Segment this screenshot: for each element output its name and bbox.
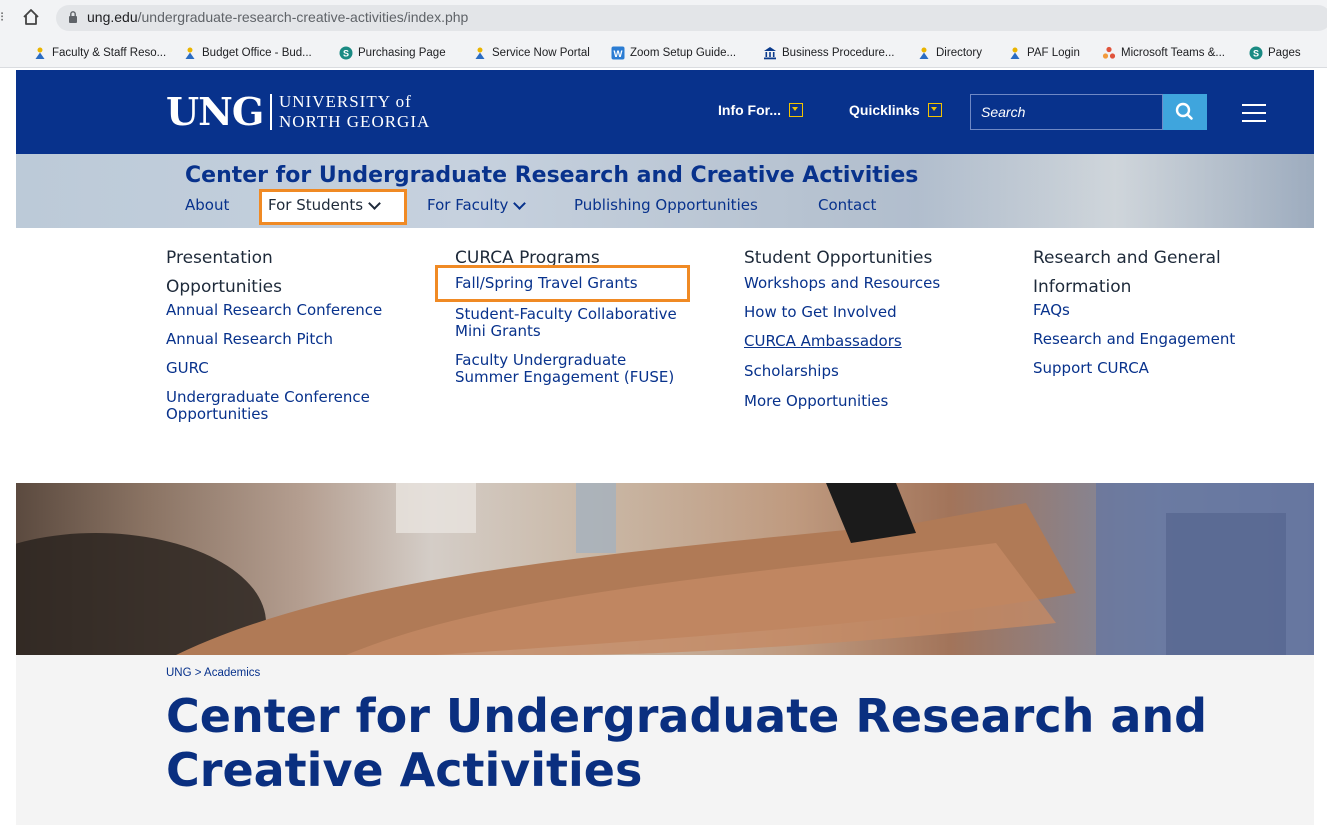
for-students-highlight: [259, 189, 407, 225]
search-icon: [1175, 102, 1193, 120]
person-icon: [185, 47, 195, 59]
menu-link-annual-research-pitch[interactable]: Annual Research Pitch: [166, 331, 416, 348]
bookmark-purchasing[interactable]: S Purchasing Page: [339, 45, 446, 61]
nav-contact-label: Contact: [818, 196, 877, 214]
menu-column-research-info: Research and General Information FAQs Re…: [1033, 244, 1293, 377]
bookmark-service-now[interactable]: Service Now Portal: [473, 45, 590, 61]
column-heading: Opportunities: [166, 277, 282, 297]
person-icon: [475, 47, 485, 59]
bookmark-label: Faculty & Staff Reso...: [52, 47, 167, 59]
column-heading: Information: [1033, 277, 1132, 297]
logo-line1: UNIVERSITY of: [279, 92, 412, 111]
menu-link-gurc[interactable]: GURC: [166, 360, 416, 377]
menu-link-faqs[interactable]: FAQs: [1033, 302, 1293, 319]
menu-link-mini-grants[interactable]: Student-Faculty Collaborative Mini Grant…: [455, 306, 700, 340]
bookmark-label: Purchasing Page: [358, 47, 446, 59]
menu-link-undergraduate-conference[interactable]: Undergraduate Conference Opportunities: [166, 389, 406, 423]
travel-grants-highlight: [435, 265, 690, 302]
menu-link-get-involved[interactable]: How to Get Involved: [744, 304, 1004, 321]
column-heading: Student Opportunities: [744, 248, 933, 268]
sharepoint-icon: S: [339, 46, 353, 60]
section-title[interactable]: Center for Undergraduate Research and Cr…: [185, 163, 918, 188]
bookmark-label: Zoom Setup Guide...: [630, 47, 737, 59]
bookmark-label: Pages: [1268, 47, 1301, 59]
site-header: UNG UNIVERSITY of NORTH GEORGIA Info For…: [16, 70, 1314, 154]
nav-publishing[interactable]: Publishing Opportunities: [574, 196, 758, 214]
person-icon: [1010, 47, 1020, 59]
hamburger-menu-icon[interactable]: [1242, 104, 1266, 122]
nav-about-label: About: [185, 196, 230, 214]
bookmarks-bar: Faculty & Staff Reso... Budget Office - …: [0, 36, 1327, 68]
chevron-down-icon: [513, 196, 527, 210]
menu-link-annual-research-conference[interactable]: Annual Research Conference: [166, 302, 396, 319]
url-host: ung.edu: [87, 9, 138, 25]
menu-column-student-opportunities: Student Opportunities Workshops and Reso…: [744, 244, 1004, 410]
nav-publishing-label: Publishing Opportunities: [574, 196, 758, 214]
menu-link-scholarships[interactable]: Scholarships: [744, 363, 1004, 380]
person-icon: [35, 47, 45, 59]
dropdown-arrow-icon: [789, 103, 803, 117]
svg-text:S: S: [1253, 49, 1259, 59]
svg-text:W: W: [614, 49, 623, 60]
logo-divider: [270, 94, 272, 130]
sharepoint-icon: S: [1249, 46, 1263, 60]
nav-for-faculty-label: For Faculty: [427, 196, 509, 214]
bookmark-label: Service Now Portal: [492, 47, 590, 59]
nav-for-faculty[interactable]: For Faculty: [427, 196, 527, 214]
bank-icon: [764, 47, 776, 60]
breadcrumb[interactable]: UNG > Academics: [166, 667, 260, 679]
bookmark-faculty-staff[interactable]: Faculty & Staff Reso...: [33, 45, 166, 61]
bookmark-directory[interactable]: Directory: [917, 45, 982, 61]
dropdown-arrow-icon: [927, 103, 942, 117]
menu-column-presentation: Presentation Opportunities Annual Resear…: [166, 244, 416, 423]
apps-icon: [1102, 46, 1116, 59]
info-for-label: Info For...: [718, 102, 781, 118]
logo-abbr: UNG: [166, 89, 264, 134]
menu-link-fuse[interactable]: Faculty Undergraduate Summer Engagement …: [455, 352, 680, 386]
svg-text:S: S: [343, 49, 349, 59]
bookmark-label: PAF Login: [1027, 47, 1080, 59]
menu-link-workshops[interactable]: Workshops and Resources: [744, 275, 1004, 292]
menu-link-support-curca[interactable]: Support CURCA: [1033, 360, 1293, 377]
url-text[interactable]: ung.edu/undergraduate-research-creative-…: [87, 9, 468, 25]
bookmark-label: Microsoft Teams &...: [1121, 47, 1225, 59]
bookmark-business-procedure[interactable]: Business Procedure...: [763, 45, 895, 61]
bookmark-label: Business Procedure...: [782, 47, 895, 59]
quicklinks-label: Quicklinks: [849, 102, 920, 118]
nav-contact[interactable]: Contact: [818, 196, 876, 214]
bookmark-label: Directory: [936, 47, 983, 59]
bookmark-microsoft-teams[interactable]: Microsoft Teams &...: [1102, 45, 1225, 61]
search-box: [970, 94, 1163, 130]
column-heading: Research and General: [1033, 248, 1221, 268]
person-icon: [919, 47, 929, 59]
menu-link-ambassadors[interactable]: CURCA Ambassadors: [744, 333, 1004, 350]
info-for-dropdown[interactable]: Info For...: [718, 102, 803, 118]
hero-photo-art: [16, 483, 1314, 655]
hero-photo: [16, 483, 1314, 655]
browser-address-bar: ⁝ ung.edu/undergraduate-research-creativ…: [0, 0, 1327, 36]
bookmark-zoom-setup[interactable]: W Zoom Setup Guide...: [611, 45, 736, 61]
reload-edge-icon[interactable]: ⁝: [0, 10, 4, 25]
home-icon[interactable]: [20, 6, 42, 28]
menu-link-research-engagement[interactable]: Research and Engagement: [1033, 331, 1293, 348]
bookmark-pages[interactable]: S Pages: [1249, 45, 1301, 61]
nav-about[interactable]: About: [185, 196, 229, 214]
bookmark-label: Budget Office - Bud...: [202, 47, 312, 59]
url-path: /undergraduate-research-creative-activit…: [137, 9, 469, 25]
logo-line2: NORTH GEORGIA: [279, 112, 431, 131]
lock-icon[interactable]: [68, 10, 78, 24]
quicklinks-dropdown[interactable]: Quicklinks: [849, 102, 942, 118]
word-icon: W: [611, 46, 625, 60]
page-title: Center for Undergraduate Research and Cr…: [166, 689, 1208, 797]
menu-link-more-opportunities[interactable]: More Opportunities: [744, 393, 1004, 410]
bookmark-budget-office[interactable]: Budget Office - Bud...: [183, 45, 312, 61]
column-heading: Presentation: [166, 248, 273, 268]
search-button[interactable]: [1163, 94, 1207, 130]
search-input[interactable]: [981, 104, 1151, 120]
bookmark-paf-login[interactable]: PAF Login: [1008, 45, 1080, 61]
